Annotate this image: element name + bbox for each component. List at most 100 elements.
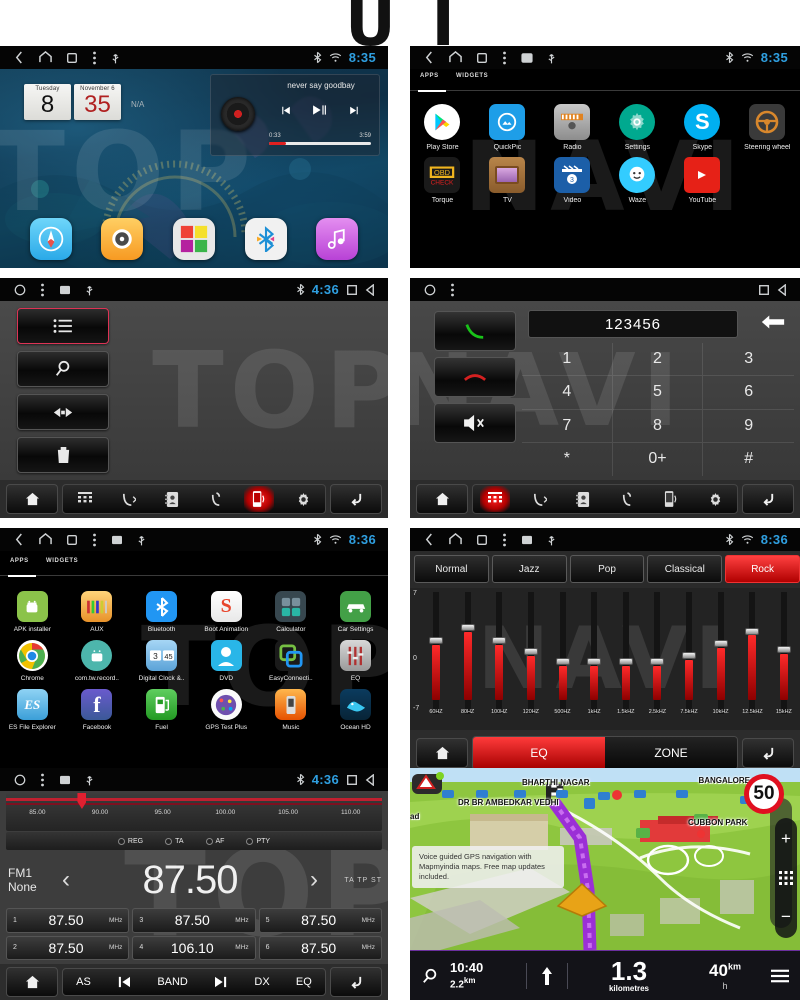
key-5[interactable]: 5 <box>612 376 704 410</box>
back-triangle-icon[interactable] <box>365 773 376 786</box>
app-item-apk-installer[interactable]: APK installer <box>0 584 65 633</box>
key-6[interactable]: 6 <box>703 376 794 410</box>
dock-item-bluetooth[interactable] <box>244 218 287 260</box>
app-item-boot-animation[interactable]: S Boot Animation <box>194 584 259 633</box>
back-icon[interactable] <box>424 51 435 64</box>
dialer-keypad[interactable]: 1 2 3 4 5 6 7 8 9 * 0+ # <box>522 343 794 476</box>
statusbar-status-icons[interactable]: 4:36 <box>296 772 382 787</box>
statusbar-nav-icons[interactable] <box>6 533 146 547</box>
back-icon[interactable] <box>14 51 25 64</box>
radio-home-button[interactable] <box>6 967 58 997</box>
app-item-youtube[interactable]: YouTube <box>670 151 735 204</box>
eq-band-120hz[interactable]: 120HZ <box>521 592 541 715</box>
back-icon[interactable] <box>14 533 25 546</box>
radio-band-button[interactable]: BAND <box>157 976 188 988</box>
key-star[interactable]: * <box>522 442 613 476</box>
app-item-music[interactable]: Music <box>259 682 324 731</box>
app-item-settings[interactable]: Settings <box>605 98 670 151</box>
eq-zone-toggle[interactable]: EQ ZONE <box>472 736 738 770</box>
next-icon[interactable] <box>214 976 228 988</box>
key-1[interactable]: 1 <box>522 343 613 377</box>
recents-icon[interactable] <box>476 52 488 64</box>
drawer-statusbar[interactable]: 8:35 <box>410 46 800 69</box>
menu-icon[interactable] <box>92 533 97 547</box>
home-icon[interactable] <box>39 533 52 546</box>
radio-statusbar[interactable]: 4:36 <box>0 768 388 791</box>
usb-icon[interactable] <box>137 533 146 547</box>
app-item-car-settings[interactable]: Car Settings <box>323 584 388 633</box>
toolbar-contacts-button[interactable] <box>568 486 598 512</box>
apps-grid[interactable]: APK installer AUX Bluetooth S Boot Anima… <box>0 584 388 731</box>
toolbar-phone-sync-button[interactable] <box>244 486 275 512</box>
eq-band-15khz[interactable]: 15kHZ <box>774 592 794 715</box>
usb-icon[interactable] <box>547 51 556 65</box>
toolbar-incoming-call-button[interactable] <box>524 486 554 512</box>
key-8[interactable]: 8 <box>612 409 704 443</box>
dialer-statusbar[interactable] <box>410 278 800 301</box>
screenshot-icon[interactable] <box>59 285 71 295</box>
toolbar-back-button[interactable] <box>742 484 794 514</box>
toolbar-settings-button[interactable] <box>700 486 730 512</box>
radio-as-button[interactable]: AS <box>76 976 91 988</box>
dialer-toolbar[interactable] <box>410 480 800 518</box>
music-progress-bar[interactable] <box>269 142 371 145</box>
key-3[interactable]: 3 <box>703 343 794 377</box>
radio-toolbar[interactable]: AS BAND DX EQ <box>0 964 388 1000</box>
menu-icon[interactable] <box>92 51 97 65</box>
dock-item-apps[interactable] <box>172 218 215 260</box>
home-circle-icon[interactable] <box>14 774 26 786</box>
key-4[interactable]: 4 <box>522 376 613 410</box>
app-item-bluetooth[interactable]: Bluetooth <box>129 584 194 633</box>
toolbar-call-history-button[interactable] <box>201 486 231 512</box>
app-item-calculator[interactable]: Calculator <box>259 584 324 633</box>
bt-transfer-button[interactable] <box>17 394 109 430</box>
usb-icon[interactable] <box>85 283 94 297</box>
app-item-aux[interactable]: AUX <box>65 584 130 633</box>
screenshot-icon[interactable] <box>521 52 533 63</box>
map-view[interactable]: BHARTHI NAGAR BANGALORE DR BR AMBEDKAR V… <box>410 768 800 950</box>
statusbar-nav-icons[interactable] <box>416 533 556 547</box>
app-item-ocean-hd[interactable]: Ocean HD <box>323 682 388 731</box>
eq-band-80hz[interactable]: 80HZ <box>458 592 478 715</box>
radio-preset[interactable]: 6 87.50 MHz <box>258 935 382 960</box>
radio-toolbar-middle[interactable]: AS BAND DX EQ <box>62 968 326 996</box>
datetime-widget[interactable]: Tuesday 8 November 6 35 N/A <box>24 84 144 121</box>
statusbar-nav-icons[interactable] <box>6 773 94 787</box>
app-item-quickpic[interactable]: QuickPic <box>475 98 540 151</box>
radio-preset[interactable]: 5 87.50 MHz <box>258 908 382 933</box>
tune-up-button[interactable]: › <box>310 866 318 894</box>
toolbar-dialpad-button[interactable] <box>70 486 100 512</box>
eq-preset-row[interactable]: Normal Jazz Pop Classical Rock <box>414 555 800 583</box>
tab-widgets[interactable]: WIDGETS <box>456 73 488 79</box>
recents-icon[interactable] <box>346 774 358 786</box>
statusbar-nav-icons[interactable] <box>416 51 556 65</box>
toolbar-middle[interactable] <box>62 484 326 514</box>
previous-icon[interactable] <box>278 104 293 117</box>
app-item-video[interactable]: 3 Video <box>540 151 605 204</box>
eq-band-7-5khz[interactable]: 7.5kHZ <box>679 592 699 715</box>
statusbar-nav-icons[interactable] <box>6 51 120 65</box>
radio-preset[interactable]: 3 87.50 MHz <box>132 908 256 933</box>
nav-menu-button[interactable] <box>760 951 800 1000</box>
eq-slider-area[interactable]: NAVI 7 0 -7 60HZ 80HZ 100HZ 120HZ 500HZ … <box>410 588 800 730</box>
toolbar-call-history-button[interactable] <box>612 486 642 512</box>
usb-icon[interactable] <box>85 773 94 787</box>
statusbar-nav-icons[interactable] <box>416 283 455 297</box>
home-icon[interactable] <box>39 51 52 64</box>
eq-tab-eq[interactable]: EQ <box>473 737 605 769</box>
eq-preset-jazz[interactable]: Jazz <box>491 555 567 583</box>
menu-icon[interactable] <box>502 51 507 65</box>
minus-icon[interactable]: − <box>781 907 791 927</box>
menu-icon[interactable] <box>450 283 455 297</box>
bt-delete-button[interactable] <box>17 437 109 473</box>
plus-icon[interactable]: + <box>781 829 791 849</box>
play-pause-icon[interactable] <box>311 103 328 117</box>
eq-statusbar[interactable]: 8:36 <box>410 528 800 551</box>
recents-icon[interactable] <box>758 284 770 296</box>
eq-band-60hz[interactable]: 60HZ <box>426 592 446 715</box>
bt-list-button[interactable] <box>17 308 109 344</box>
home-icon[interactable] <box>449 51 462 64</box>
home-icon[interactable] <box>449 533 462 546</box>
eq-band-500hz[interactable]: 500HZ <box>553 592 573 715</box>
home-circle-icon[interactable] <box>14 284 26 296</box>
